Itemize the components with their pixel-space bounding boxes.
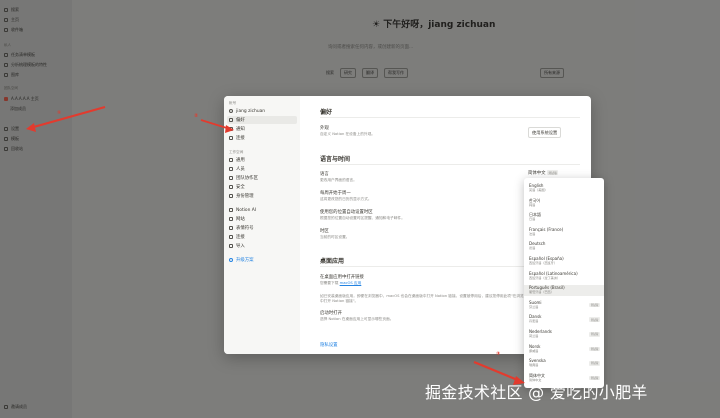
annotation-arrows <box>26 105 525 385</box>
arrow-to-preferences <box>200 119 231 130</box>
annotation-number: ② <box>194 113 199 119</box>
arrow-head <box>26 123 36 132</box>
watermark: 掘金技术社区 @ 爱吃的小肥羊 <box>425 383 648 402</box>
arrow-to-settings <box>29 105 106 130</box>
arrow-head <box>225 125 234 133</box>
annotation-number: ③ <box>496 351 501 357</box>
annotation-number: ① <box>57 110 62 116</box>
